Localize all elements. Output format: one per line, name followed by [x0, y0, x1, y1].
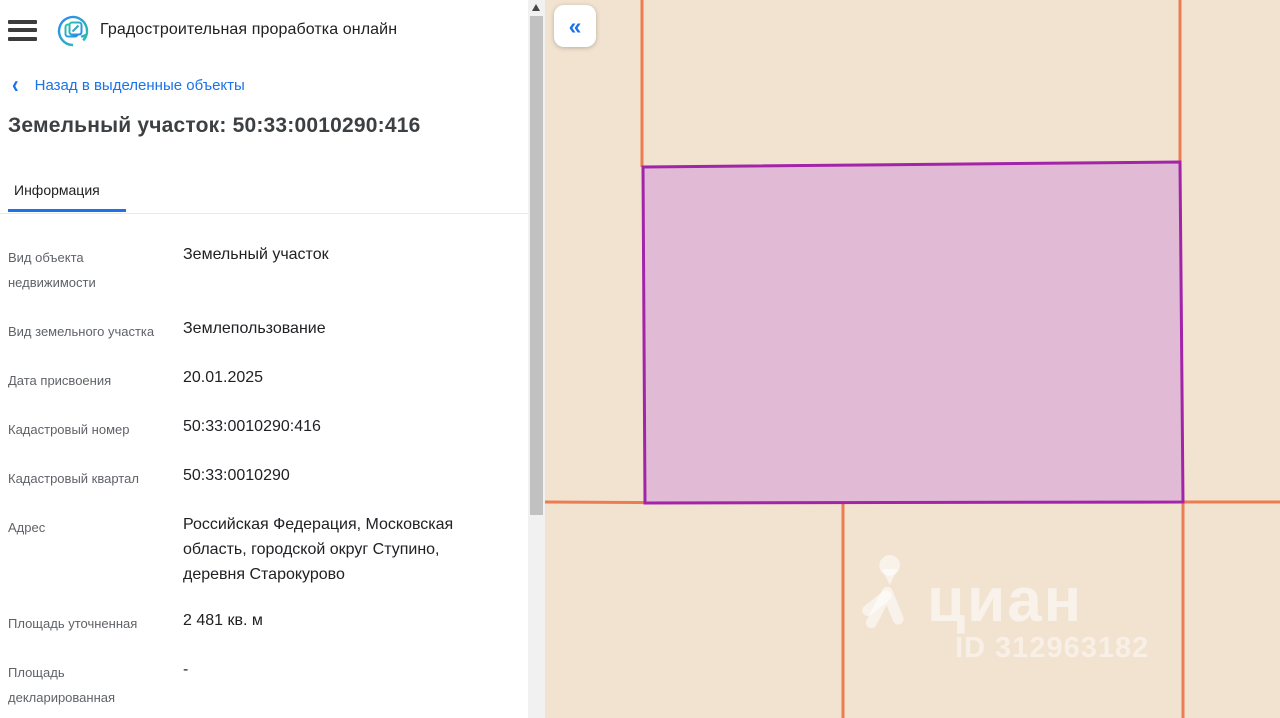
app-title: Градостроительная проработка онлайн	[100, 21, 398, 38]
details-panel: Градостроительная проработка онлайн ‹ На…	[0, 0, 528, 718]
info-row-value: -	[183, 661, 189, 678]
chevron-left-icon: ‹	[12, 71, 19, 99]
info-row-value: Землепользование	[183, 320, 326, 337]
scroll-up-arrow-icon[interactable]	[532, 4, 540, 11]
info-row-value: 50:33:0010290	[183, 467, 290, 484]
info-row-value: 20.01.2025	[183, 369, 264, 386]
page-title: Земельный участок: 50:33:0010290:416	[8, 114, 421, 137]
info-row-value: Российская Федерация, Московская область…	[183, 516, 454, 583]
info-row: Дата присвоения 20.01.2025	[8, 365, 528, 393]
panel-scrollbar[interactable]	[528, 0, 545, 718]
app-logo-icon	[57, 15, 89, 47]
info-row-value: Земельный участок	[183, 246, 329, 263]
tab-information[interactable]: Информация	[8, 182, 126, 212]
info-row: Площадь уточненная 2 481 кв. м	[8, 608, 528, 636]
info-row-value: 2 481 кв. м	[183, 612, 263, 629]
info-row-label: Кадастровый номер	[8, 422, 130, 437]
back-link-label: Назад в выделенные объекты	[34, 77, 245, 94]
info-row-label: Вид земельного участка	[8, 324, 155, 339]
cadastral-boundary-line	[545, 500, 646, 504]
info-row: Вид объекта недвижимости Земельный участ…	[8, 242, 528, 295]
menu-icon[interactable]	[8, 19, 37, 41]
watermark-id: ID 312963182	[955, 632, 1150, 664]
info-row-label: Дата присвоения	[8, 373, 112, 388]
watermark-brand: циан	[927, 566, 1084, 635]
tab-bar: Информация	[0, 182, 528, 214]
info-row-label: Площадь уточненная	[8, 616, 138, 631]
back-link[interactable]: ‹ Назад в выделенные объекты	[12, 71, 528, 99]
info-row: Площадь декларированная -	[8, 657, 528, 710]
scrollbar-thumb[interactable]	[530, 16, 543, 515]
info-row-value: 50:33:0010290:416	[183, 418, 321, 435]
info-row: Кадастровый квартал 50:33:0010290	[8, 463, 528, 491]
collapse-panel-button[interactable]: «	[554, 5, 596, 47]
info-row-label: Адрес	[8, 520, 46, 535]
cian-logo-icon	[862, 555, 904, 629]
map-canvas[interactable]: « циан ID 312963182	[545, 0, 1280, 718]
info-list: Вид объекта недвижимости Земельный участ…	[0, 242, 528, 710]
info-row-label: Площадь декларированная	[8, 665, 116, 705]
info-row: Вид земельного участка Землепользование	[8, 316, 528, 344]
info-row-label: Вид объекта недвижимости	[8, 250, 96, 290]
watermark: циан ID 312963182	[855, 552, 1225, 665]
info-row: Кадастровый номер 50:33:0010290:416	[8, 414, 528, 442]
info-row-label: Кадастровый квартал	[8, 471, 139, 486]
parcel-polygon[interactable]	[641, 160, 1185, 505]
app-header: Градостроительная проработка онлайн	[0, 0, 528, 47]
info-row: Адрес Российская Федерация, Московская о…	[8, 512, 528, 587]
